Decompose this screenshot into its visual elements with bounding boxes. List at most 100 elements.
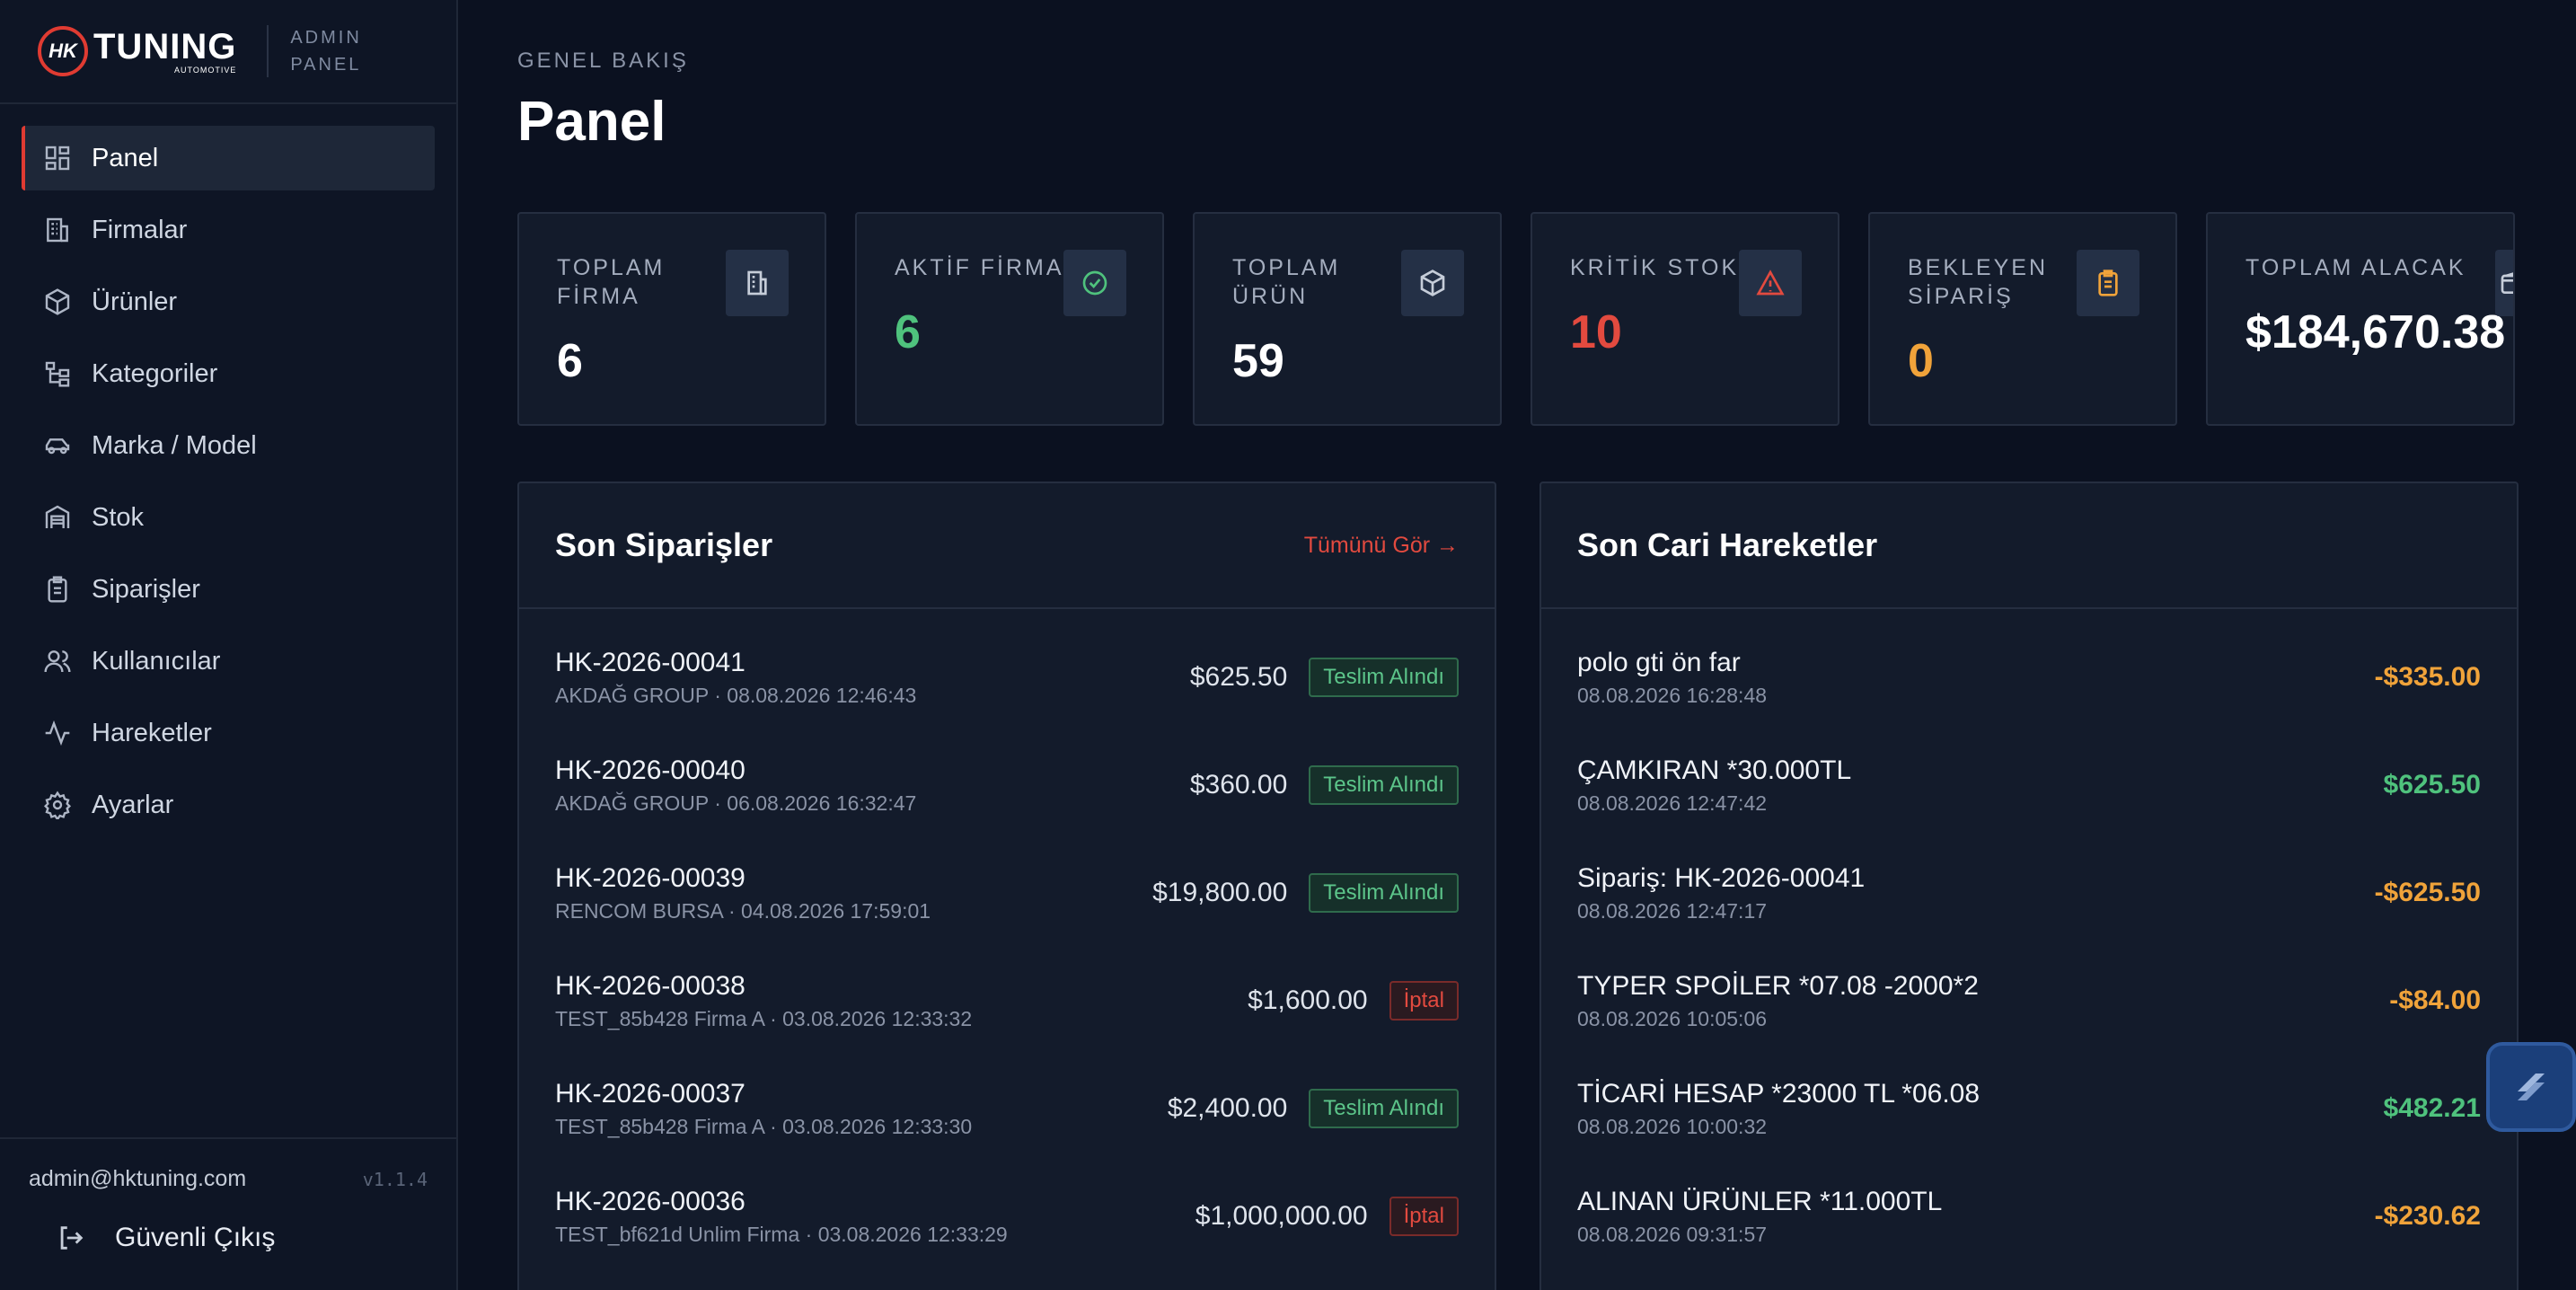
- order-row[interactable]: HK-2026-00041 AKDAĞ GROUP · 08.08.2026 1…: [519, 623, 1495, 731]
- brand-divider: [267, 25, 269, 77]
- transaction-amount: -$230.62: [2374, 1201, 2481, 1231]
- logo[interactable]: HK TUNING AUTOMOTIVE: [38, 26, 236, 76]
- clipboard-icon: [2077, 250, 2139, 316]
- transaction-row[interactable]: Sipariş: HK-2026-00041 08.08.2026 12:47:…: [1541, 839, 2517, 947]
- sidebar-item-firmalar[interactable]: Firmalar: [22, 198, 435, 262]
- stats-row: TOPLAM FİRMA 6 AKTİF FİRMA 6 TOPLAM ÜRÜN…: [517, 212, 2538, 426]
- transactions-list: polo gti ön far 08.08.2026 16:28:48 -$33…: [1541, 623, 2517, 1270]
- order-row[interactable]: HK-2026-00038 TEST_85b428 Firma A · 03.0…: [519, 947, 1495, 1055]
- logout-icon: [60, 1226, 84, 1250]
- transaction-row[interactable]: ALINAN ÜRÜNLER *11.000TL 08.08.2026 09:3…: [1541, 1162, 2517, 1270]
- sidebar-nav: Panel Firmalar Ürünler Kategoriler Marka…: [0, 104, 456, 837]
- sidebar-item-kategoriler[interactable]: Kategoriler: [22, 341, 435, 406]
- logo-text: TUNING: [93, 26, 237, 66]
- wallet-icon: [2495, 250, 2513, 316]
- order-amount: $625.50: [1189, 662, 1288, 692]
- order-meta: TEST_85b428 Firma A · 03.08.2026 12:33:3…: [555, 1006, 973, 1030]
- car-icon: [41, 429, 74, 462]
- transaction-date: 08.08.2026 10:05:06: [1577, 1006, 1768, 1030]
- transaction-amount: $482.21: [2383, 1093, 2481, 1123]
- view-all-link[interactable]: Tümünü Gör →: [1304, 533, 1459, 559]
- sidebar-item-ayarlar[interactable]: Ayarlar: [22, 773, 435, 837]
- box-icon: [41, 286, 74, 318]
- order-amount: $1,000,000.00: [1195, 1201, 1368, 1231]
- transaction-date: 08.08.2026 09:31:57: [1577, 1222, 1768, 1246]
- warning-icon: [1739, 250, 1802, 316]
- box-icon: [1401, 250, 1464, 316]
- sidebar-item-label: Firmalar: [92, 215, 188, 244]
- sidebar-item-urunler[interactable]: Ürünler: [22, 269, 435, 334]
- recent-transactions-panel: Son Cari Hareketler polo gti ön far 08.0…: [1539, 482, 2519, 1290]
- breadcrumb: GENEL BAKIŞ: [517, 49, 689, 73]
- transaction-date: 08.08.2026 10:00:32: [1577, 1114, 1768, 1138]
- sidebar-item-label: Kategoriler: [92, 358, 218, 388]
- transaction-desc: Sipariş: HK-2026-00041: [1577, 862, 1866, 893]
- stat-value: $184,670.38: [2245, 306, 2506, 358]
- stat-value: 10: [1570, 306, 1622, 358]
- sidebar-item-label: Siparişler: [92, 574, 200, 604]
- stat-value: 6: [895, 306, 921, 358]
- order-row[interactable]: HK-2026-00040 AKDAĞ GROUP · 06.08.2026 1…: [519, 731, 1495, 839]
- transaction-row[interactable]: TYPER SPOİLER *07.08 -2000*2 08.08.2026 …: [1541, 947, 2517, 1055]
- slash-logo-icon: [2518, 1074, 2545, 1100]
- sidebar-footer: admin@hktuning.com v1.1.4 Güvenli Çıkış: [0, 1137, 456, 1290]
- stat-value: 6: [557, 335, 583, 387]
- stat-card-toplam-firma: TOPLAM FİRMA 6: [517, 212, 826, 426]
- stat-value: 59: [1232, 335, 1284, 387]
- dashboard-icon: [41, 142, 74, 174]
- stat-card-aktif-firma: AKTİF FİRMA 6: [855, 212, 1164, 426]
- order-amount: $19,800.00: [1152, 878, 1288, 907]
- gear-icon: [41, 789, 74, 821]
- stat-value: 0: [1908, 335, 1934, 387]
- sidebar-item-label: Hareketler: [92, 718, 212, 747]
- status-badge: Teslim Alındı: [1309, 765, 1459, 805]
- sidebar-item-siparisler[interactable]: Siparişler: [22, 557, 435, 622]
- activity-icon: [41, 717, 74, 749]
- logo-mark: HK: [38, 26, 88, 76]
- stat-label: BEKLEYEN SİPARİŞ: [1908, 255, 2049, 309]
- stat-card-toplam-alacak: TOPLAM ALACAK $184,670.38: [2206, 212, 2515, 426]
- warehouse-icon: [41, 501, 74, 534]
- transaction-date: 08.08.2026 12:47:42: [1577, 791, 1768, 815]
- clipboard-icon: [41, 573, 74, 605]
- status-badge: Teslim Alındı: [1309, 873, 1459, 913]
- sidebar-item-hareketler[interactable]: Hareketler: [22, 701, 435, 765]
- order-id: HK-2026-00036: [555, 1186, 745, 1216]
- sidebar-item-label: Marka / Model: [92, 430, 257, 460]
- users-icon: [41, 645, 74, 677]
- order-id: HK-2026-00041: [555, 647, 745, 677]
- panel-title: Son Siparişler: [555, 526, 773, 563]
- order-meta: TEST_85b428 Firma A · 03.08.2026 12:33:3…: [555, 1114, 973, 1138]
- building-icon: [726, 250, 789, 316]
- transaction-row[interactable]: TİCARİ HESAP *23000 TL *06.08 08.08.2026…: [1541, 1055, 2517, 1162]
- sidebar-item-panel[interactable]: Panel: [22, 126, 435, 190]
- sidebar-item-label: Kullanıcılar: [92, 646, 221, 676]
- sidebar-item-marka-model[interactable]: Marka / Model: [22, 413, 435, 478]
- order-row[interactable]: HK-2026-00037 TEST_85b428 Firma A · 03.0…: [519, 1055, 1495, 1162]
- sidebar-item-label: Ürünler: [92, 287, 178, 316]
- sidebar-item-kullanicilar[interactable]: Kullanıcılar: [22, 629, 435, 694]
- transaction-desc: ALINAN ÜRÜNLER *11.000TL: [1577, 1186, 1943, 1216]
- floating-action-button[interactable]: [2486, 1042, 2576, 1132]
- order-amount: $2,400.00: [1167, 1093, 1288, 1123]
- logout-button[interactable]: Güvenli Çıkış: [29, 1223, 428, 1253]
- status-badge: Teslim Alındı: [1309, 658, 1459, 697]
- transaction-desc: ÇAMKIRAN *30.000TL: [1577, 755, 1852, 785]
- transaction-row[interactable]: polo gti ön far 08.08.2026 16:28:48 -$33…: [1541, 623, 2517, 731]
- sidebar: HK TUNING AUTOMOTIVE ADMIN PANEL Panel F…: [0, 0, 458, 1290]
- order-row[interactable]: HK-2026-00036 TEST_bf621d Unlim Firma · …: [519, 1162, 1495, 1270]
- logo-subtext: AUTOMOTIVE: [173, 65, 237, 75]
- order-id: HK-2026-00040: [555, 755, 745, 785]
- recent-orders-panel: Son Siparişler Tümünü Gör → HK-2026-0004…: [517, 482, 1496, 1290]
- order-id: HK-2026-00038: [555, 970, 745, 1001]
- transaction-amount: $625.50: [2383, 770, 2481, 800]
- page-title: Panel: [517, 91, 666, 153]
- brand-caption: ADMIN PANEL: [290, 28, 362, 75]
- sidebar-item-stok[interactable]: Stok: [22, 485, 435, 550]
- order-amount: $1,600.00: [1248, 985, 1368, 1015]
- logout-label: Güvenli Çıkış: [115, 1223, 276, 1252]
- order-row[interactable]: HK-2026-00039 RENCOM BURSA · 04.08.2026 …: [519, 839, 1495, 947]
- status-badge: İptal: [1389, 1197, 1459, 1236]
- transaction-row[interactable]: ÇAMKIRAN *30.000TL 08.08.2026 12:47:42 $…: [1541, 731, 2517, 839]
- stat-label: AKTİF FİRMA: [895, 255, 1064, 280]
